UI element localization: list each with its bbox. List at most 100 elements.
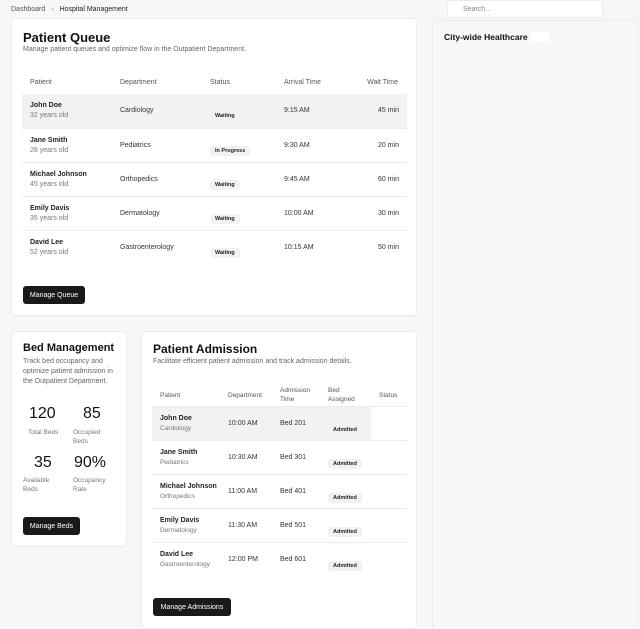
bed-assigned: Bed 201: [280, 420, 307, 427]
arrival-time: 9:30 AM: [284, 142, 310, 149]
arrival-time: 9:45 AM: [284, 176, 310, 183]
table-row[interactable]: Emily Davis 35 years old Dermatology Wai…: [22, 196, 407, 230]
occupancy-rate-label: Occupancy Rate: [73, 477, 106, 493]
patient-name: Jane Smith: [30, 137, 68, 144]
patient-queue-subtitle: Manage patient queues and optimize flow …: [23, 46, 246, 53]
patient-name: Michael Johnson: [160, 483, 217, 490]
patient-name: Jane Smith: [160, 449, 198, 456]
table-row[interactable]: Jane Smith 28 years old Pediatrics In Pr…: [22, 128, 407, 162]
admission-time: 10:30 AM: [228, 454, 258, 461]
manage-beds-button[interactable]: Manage Beds: [23, 517, 80, 535]
available-beds-label: Available Beds: [23, 477, 50, 493]
available-beds-value: 35: [34, 454, 52, 471]
occupied-beds-value: 85: [83, 405, 101, 422]
table-row[interactable]: John Doe Cardiology 10:00 AM Bed 201 Adm…: [152, 406, 407, 441]
breadcrumb: Dashboard › Hospital Management: [11, 6, 128, 13]
patient-age: 45 years old: [30, 181, 69, 188]
patient-department: Dermatology: [160, 527, 197, 534]
table-row[interactable]: John Doe 32 years old Cardiology Waiting…: [22, 94, 407, 128]
patient-queue-title: Patient Queue: [23, 30, 111, 45]
status-badge: Waiting: [210, 214, 240, 224]
patient-name: Emily Davis: [160, 517, 200, 524]
search-input[interactable]: Search...: [447, 0, 603, 18]
wait-time: 50 min: [377, 244, 399, 251]
table-row[interactable]: David Lee Gastroenterology 12:00 PM Bed …: [152, 542, 407, 576]
patient-name: Emily Davis: [30, 205, 70, 212]
patient-age: 28 years old: [30, 147, 69, 154]
wait-time: 45 min: [377, 107, 399, 114]
bed-management-title: Bed Management: [23, 342, 115, 354]
manage-queue-button[interactable]: Manage Queue: [23, 286, 85, 304]
wait-time: 20 min: [377, 142, 399, 149]
status-badge: Admitted: [328, 459, 362, 469]
status-badge: Admitted: [328, 561, 362, 571]
admission-col-time: Admission Time: [280, 387, 310, 403]
patient-department: Orthopedics: [120, 176, 158, 183]
admission-time: 11:30 AM: [228, 522, 258, 529]
arrival-time: 9:15 AM: [284, 107, 310, 114]
patient-name: Michael Johnson: [30, 171, 87, 178]
status-badge: Waiting: [210, 111, 240, 121]
patient-name: John Doe: [160, 415, 192, 422]
patient-age: 52 years old: [30, 249, 69, 256]
bed-assigned: Bed 601: [280, 556, 307, 563]
status-badge: Admitted: [328, 493, 362, 503]
queue-col-status: Status: [210, 79, 230, 86]
occupancy-rate-value: 90%: [74, 454, 107, 471]
breadcrumb-current: Hospital Management: [59, 6, 128, 13]
bed-management-subtitle: Track bed occupancy and optimize patient…: [23, 358, 113, 385]
patient-department: Pediatrics: [120, 142, 151, 149]
admission-time: 11:00 AM: [228, 488, 258, 495]
occupied-beds-label: Occupied Beds: [73, 429, 101, 445]
wait-time: 60 min: [377, 176, 399, 183]
admission-time: 10:00 AM: [228, 420, 258, 427]
breadcrumb-separator: ›: [51, 6, 54, 13]
patient-department: Orthopedics: [160, 493, 196, 500]
admission-time: 12:00 PM: [228, 556, 258, 563]
status-badge: Waiting: [210, 248, 240, 258]
arrival-time: 10:00 AM: [284, 210, 314, 217]
arrival-time: 10:15 AM: [284, 244, 314, 251]
patient-department: Gastroenterology: [120, 244, 174, 251]
table-row[interactable]: Michael Johnson Orthopedics 11:00 AM Bed…: [152, 474, 407, 508]
patient-department: Pediatrics: [160, 459, 189, 466]
table-row[interactable]: Michael Johnson 45 years old Orthopedics…: [22, 162, 407, 196]
table-row[interactable]: Jane Smith Pediatrics 10:30 AM Bed 301 A…: [152, 440, 407, 474]
admission-col-status: Status: [379, 392, 398, 399]
bed-assigned: Bed 501: [280, 522, 307, 529]
patient-department: Cardiology: [160, 425, 192, 432]
patient-name: David Lee: [160, 551, 194, 558]
status-badge: Waiting: [210, 180, 240, 190]
patient-department: Dermatology: [120, 210, 160, 217]
admission-col-bed: Bed Assigned: [328, 387, 355, 403]
city-healthcare-badge: [530, 32, 549, 42]
bed-assigned: Bed 301: [280, 454, 307, 461]
patient-admission-title: Patient Admission: [153, 342, 258, 356]
queue-col-wait: Wait Time: [367, 79, 398, 86]
city-healthcare-panel: City-wide Healthcare: [432, 20, 639, 629]
table-row[interactable]: Emily Davis Dermatology 11:30 AM Bed 501…: [152, 508, 407, 542]
wait-time: 30 min: [377, 210, 399, 217]
patient-department: Gastroenterology: [160, 561, 210, 568]
patient-department: Cardiology: [120, 107, 154, 114]
patient-name: John Doe: [30, 102, 62, 109]
breadcrumb-dashboard-link[interactable]: Dashboard: [11, 6, 45, 13]
patient-name: David Lee: [30, 239, 64, 246]
patient-age: 32 years old: [30, 112, 69, 119]
city-healthcare-title: City-wide Healthcare: [444, 32, 528, 42]
admission-col-department: Department: [228, 392, 262, 399]
status-badge: In Progress: [210, 146, 251, 156]
queue-col-department: Department: [120, 79, 157, 86]
table-row[interactable]: David Lee 52 years old Gastroenterology …: [22, 230, 407, 264]
patient-admission-subtitle: Facilitate efficient patient admission a…: [153, 358, 352, 365]
total-beds-value: 120: [29, 405, 56, 422]
queue-col-patient: Patient: [30, 79, 52, 86]
search-placeholder: Search...: [463, 6, 492, 13]
admission-col-patient: Patient: [160, 392, 181, 399]
queue-col-arrival: Arrival Time: [284, 79, 321, 86]
status-badge: Admitted: [328, 425, 362, 435]
bed-assigned: Bed 401: [280, 488, 307, 495]
total-beds-label: Total Beds: [28, 429, 59, 436]
patient-age: 35 years old: [30, 215, 69, 222]
manage-admissions-button[interactable]: Manage Admissions: [153, 598, 231, 616]
